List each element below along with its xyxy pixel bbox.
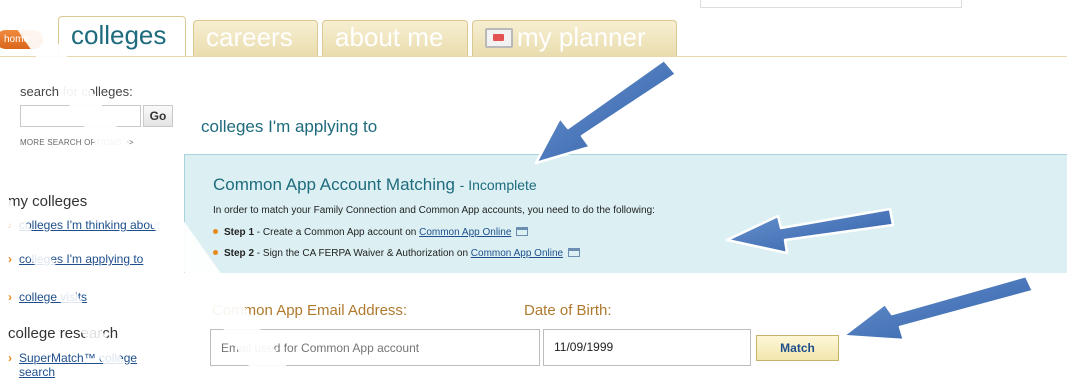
- my-colleges-heading: my colleges: [8, 193, 88, 210]
- annotation-arrow-icon: [534, 58, 678, 165]
- tab-my-planner[interactable]: my planner: [472, 20, 677, 57]
- sidebar-item-label: colleges I'm applying to: [19, 252, 144, 266]
- sidebar-item-label: colleges I'm thinking about: [19, 218, 161, 232]
- search-title: search for colleges:: [20, 84, 133, 99]
- page: home colleges careers about me my planne…: [0, 0, 1067, 385]
- chevron-right-icon: ›: [8, 351, 12, 365]
- more-search-options-link[interactable]: MORE SEARCH OPTIONS >>: [20, 138, 134, 147]
- email-label: Common App Email Address:: [212, 302, 408, 319]
- sidebar-item-supermatch[interactable]: › SuperMatch™ college search: [8, 351, 148, 379]
- step-text: - Sign the CA FERPA Waiver & Authorizati…: [254, 248, 471, 259]
- status-badge: - Incomplete: [459, 177, 537, 193]
- account-matching-panel: Common App Account Matching - Incomplete…: [184, 154, 1067, 273]
- sidebar-item-college-visits[interactable]: › college visits: [8, 290, 168, 304]
- chevron-right-icon: ›: [8, 290, 12, 304]
- step-label: Step 2: [224, 248, 255, 259]
- account-matching-heading: Common App Account Matching: [213, 175, 455, 194]
- chevron-right-icon: ›: [8, 252, 12, 266]
- top-utility-box: [700, 0, 962, 8]
- tab-colleges[interactable]: colleges: [58, 16, 186, 57]
- annotation-arrow-icon: [841, 274, 1035, 342]
- college-search-input[interactable]: [20, 105, 141, 127]
- email-field[interactable]: [210, 329, 540, 366]
- page-title: colleges I'm applying to: [201, 117, 378, 136]
- planner-icon: [485, 28, 513, 48]
- home-button[interactable]: home: [0, 30, 43, 49]
- chevron-right-icon: ›: [8, 218, 12, 232]
- sidebar-item-applying-to[interactable]: › colleges I'm applying to: [8, 252, 168, 266]
- common-app-online-link[interactable]: Common App Online: [419, 227, 511, 238]
- tab-about-me[interactable]: about me: [322, 20, 468, 57]
- tab-my-planner-label: my planner: [517, 22, 646, 52]
- college-research-heading: college research: [8, 325, 119, 342]
- dob-label: Date of Birth:: [524, 302, 612, 319]
- search-go-button[interactable]: Go: [143, 105, 173, 127]
- sidebar-item-label: SuperMatch™ college search: [19, 351, 138, 379]
- tab-careers[interactable]: careers: [193, 20, 318, 57]
- step-item: Step 1 - Create a Common App account on …: [213, 227, 529, 238]
- sidebar: search for colleges: Go MORE SEARCH OPTI…: [0, 57, 176, 385]
- account-matching-title: Common App Account Matching - Incomplete: [213, 175, 537, 195]
- account-matching-intro: In order to match your Family Connection…: [213, 205, 655, 216]
- sidebar-item-thinking-about[interactable]: › colleges I'm thinking about: [8, 218, 168, 232]
- step-item: Step 2 - Sign the CA FERPA Waiver & Auth…: [213, 248, 581, 259]
- step-text: - Create a Common App account on: [254, 227, 420, 238]
- top-navigation: home colleges careers about me my planne…: [0, 0, 1067, 57]
- match-button[interactable]: Match: [756, 335, 839, 361]
- new-window-icon: [568, 248, 581, 257]
- date-of-birth-field[interactable]: 11/09/1999: [543, 329, 751, 366]
- new-window-icon: [516, 227, 529, 236]
- bullet-icon: [213, 229, 218, 234]
- bullet-icon: [213, 250, 218, 255]
- common-app-online-link[interactable]: Common App Online: [471, 248, 563, 259]
- step-label: Step 1: [224, 227, 255, 238]
- sidebar-item-label: college visits: [19, 290, 88, 304]
